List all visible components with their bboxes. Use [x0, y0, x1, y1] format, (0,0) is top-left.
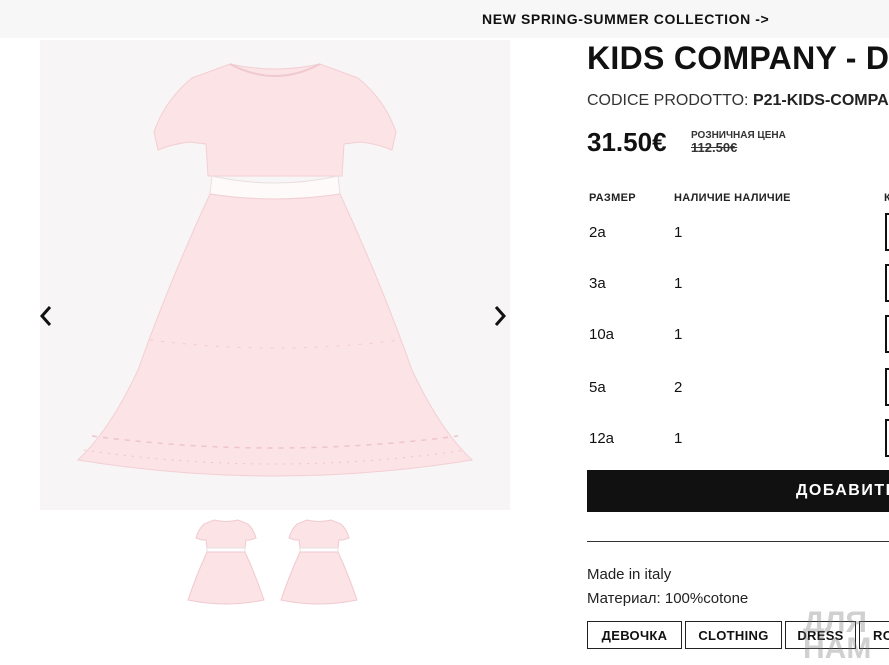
availability-value: 1	[674, 326, 683, 343]
divider	[587, 541, 889, 542]
size-row: 3a 1	[587, 264, 889, 304]
retail-price: 112.50€	[691, 140, 738, 155]
size-column-header: РАЗМЕР	[589, 192, 636, 204]
quantity-input[interactable]	[885, 264, 889, 302]
chevron-left-icon	[39, 306, 52, 326]
thumbnail-front[interactable]	[180, 514, 272, 610]
add-to-cart-label: ДОБАВИТЬ	[796, 482, 889, 499]
prev-image-button[interactable]	[32, 302, 60, 330]
quantity-input[interactable]	[885, 315, 889, 353]
material-text: Материал: 100%cotone	[587, 590, 749, 607]
dress-main-image	[40, 40, 510, 510]
product-title: KIDS COMPANY - DI	[587, 40, 889, 76]
banner-text[interactable]: NEW SPRING-SUMMER COLLECTION ->	[482, 11, 769, 27]
size-row: 10a 1	[587, 315, 889, 355]
quantity-input[interactable]	[885, 213, 889, 251]
size-value: 2a	[589, 224, 606, 241]
product-gallery	[39, 40, 510, 510]
thumbnail-back[interactable]	[273, 514, 365, 610]
quantity-column-header: К	[884, 192, 889, 204]
product-code-value: P21-KIDS-COMPAN	[752, 92, 889, 109]
size-value: 10a	[589, 326, 615, 343]
product-code: CODICE PRODOTTO: P21-KIDS-COMPAN	[587, 92, 889, 110]
availability-column-header: НАЛИЧИЕ НАЛИЧИЕ	[674, 192, 791, 204]
size-row: 5a 2	[587, 368, 889, 408]
size-row: 2a 1	[587, 213, 889, 253]
availability-value: 2	[674, 379, 683, 396]
product-code-label: CODICE PRODOTTO:	[587, 92, 749, 109]
size-row: 12a 1	[587, 419, 889, 459]
availability-value: 1	[674, 430, 683, 447]
product-price: 31.50€	[587, 127, 667, 157]
quantity-input[interactable]	[885, 368, 889, 406]
size-value: 3a	[589, 275, 606, 292]
next-image-button[interactable]	[486, 302, 514, 330]
tag-girl[interactable]: ДЕВОЧКА	[587, 621, 682, 649]
size-value: 12a	[589, 430, 615, 447]
made-in-text: Made in italy	[587, 566, 672, 583]
size-value: 5a	[589, 379, 606, 396]
top-banner[interactable]: NEW SPRING-SUMMER COLLECTION ->	[0, 0, 889, 38]
quantity-input[interactable]	[885, 419, 889, 457]
availability-value: 1	[674, 275, 683, 292]
dress-thumbnail-front-image	[187, 519, 265, 605]
tag-clothing[interactable]: CLOTHING	[685, 621, 782, 649]
watermark-logo: ДЛЯ НАМ	[803, 606, 872, 665]
availability-value: 1	[674, 224, 683, 241]
dress-thumbnail-back-image	[280, 519, 358, 605]
add-to-cart-button[interactable]: ДОБАВИТЬ	[587, 470, 889, 512]
chevron-right-icon	[494, 306, 507, 326]
